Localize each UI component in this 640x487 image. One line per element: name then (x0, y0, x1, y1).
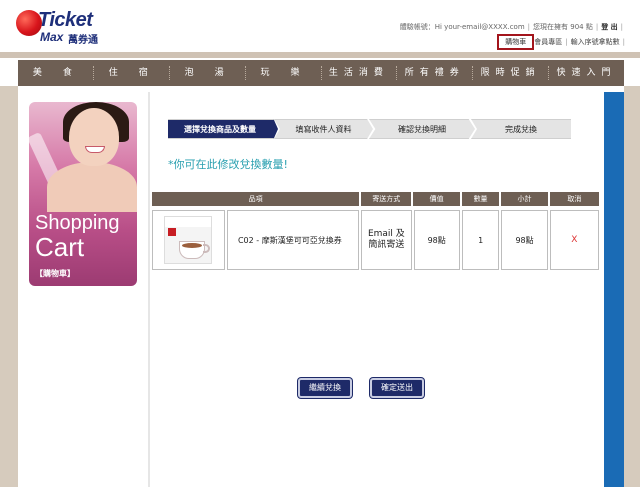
mos-logo-icon (168, 228, 177, 236)
frame-right (624, 86, 640, 487)
table-row: C02 - 摩斯漢堡可可亞兌換券 Email 及 簡訊寄送 98點 1 98點 … (152, 210, 600, 270)
header-item: 品項 (152, 192, 360, 206)
step-complete: 完成兌換 (471, 119, 571, 139)
logo-text-cn: 萬券通 (68, 35, 98, 46)
greeting-text: 體驗帳號：Hi your-email@XXXX.com (399, 23, 525, 31)
nav-item-fun[interactable]: 玩 樂 (246, 66, 322, 80)
nav-item-promotions[interactable]: 限時促銷 (473, 66, 550, 80)
header-delivery: 寄送方式 (361, 192, 412, 206)
points-text: 您現在擁有 904 點 (533, 23, 593, 31)
main-nav: 美 食 住 宿 泡 湯 玩 樂 生活消費 所有禮券 限時促銷 快速入門 (18, 60, 624, 86)
delivery-method-line2: 簡訊寄送 (368, 240, 405, 250)
nav-item-lifestyle[interactable]: 生活消費 (322, 66, 398, 80)
nav-item-hotspring[interactable]: 泡 湯 (170, 66, 246, 80)
value-cell: 98點 (413, 210, 460, 270)
product-name[interactable]: C02 - 摩斯漢堡可可亞兌換券 (238, 235, 342, 246)
nav-item-food[interactable]: 美 食 (18, 66, 94, 80)
header-quantity: 數量 (461, 192, 500, 206)
main-content (150, 92, 604, 487)
site-header: Ticket Max 萬券通 體驗帳號：Hi your-email@XXXX.c… (0, 0, 640, 52)
cart-table-header: 品項 寄送方式 價值 數量 小計 取消 (152, 192, 599, 206)
model-face-graphic (69, 108, 119, 166)
redeem-code-link[interactable]: 輸入序號拿點數 (571, 37, 620, 47)
item-subtotal: 98點 (515, 235, 534, 245)
confirm-submit-button[interactable]: 確定送出 (370, 378, 424, 398)
account-info: 體驗帳號：Hi your-email@XXXX.com | 您現在擁有 904 點 |… (399, 23, 623, 31)
nav-item-lodging[interactable]: 住 宿 (94, 66, 170, 80)
subtotal-cell: 98點 (501, 210, 548, 270)
ticketmax-logo[interactable]: Ticket Max 萬券通 (16, 8, 116, 46)
edit-quantity-notice: *你可在此修改兌換數量! (168, 158, 288, 171)
step-select-items: 選擇兌換商品及數量 (168, 119, 278, 139)
delivery-cell: Email 及 簡訊寄送 (361, 210, 412, 270)
cancel-cell: X (549, 210, 600, 270)
banner-title-cart: Cart (35, 232, 85, 262)
logo-text-max: Max (40, 30, 64, 44)
product-name-cell: C02 - 摩斯漢堡可可亞兌換券 (226, 210, 360, 270)
product-thumbnail[interactable] (164, 216, 213, 264)
product-thumbnail-cell (152, 210, 225, 270)
banner-subtitle: 【購物車】 (35, 269, 75, 278)
top-links: 購物車 會員專區 | 輸入序號拿點數 | (497, 34, 628, 50)
model-shoulder-graphic (47, 162, 137, 212)
header-value: 價值 (413, 192, 460, 206)
step-confirm-details: 確認兌換明細 (369, 119, 475, 139)
quantity-cell: 1 (461, 210, 500, 270)
checkout-steps: 選擇兌換商品及數量 填寫收件人資料 確認兌換明細 完成兌換 (168, 119, 575, 139)
header-cancel: 取消 (549, 192, 599, 206)
nav-item-quick-start[interactable]: 快速入門 (549, 66, 624, 80)
step-recipient-info: 填寫收件人資料 (274, 119, 373, 139)
frame-left (0, 86, 18, 487)
logo-text-ticket: Ticket (38, 9, 93, 31)
cart-link[interactable]: 購物車 (497, 34, 535, 50)
shopping-cart-banner: Shopping Cart 【購物車】 (29, 102, 137, 286)
item-quantity[interactable]: 1 (478, 236, 483, 245)
logout-link[interactable]: 登 出 (601, 23, 617, 31)
item-value: 98點 (427, 235, 446, 245)
continue-redeem-button[interactable]: 繼續兌換 (298, 378, 352, 398)
nav-item-all-vouchers[interactable]: 所有禮券 (397, 66, 474, 80)
member-area-link[interactable]: 會員專區 (534, 37, 562, 47)
delivery-method-line1: Email 及 (367, 229, 405, 239)
remove-item-icon[interactable]: X (571, 235, 577, 245)
header-subtotal: 小計 (501, 192, 548, 206)
right-accent-bar (604, 92, 624, 487)
header-divider (0, 52, 640, 58)
